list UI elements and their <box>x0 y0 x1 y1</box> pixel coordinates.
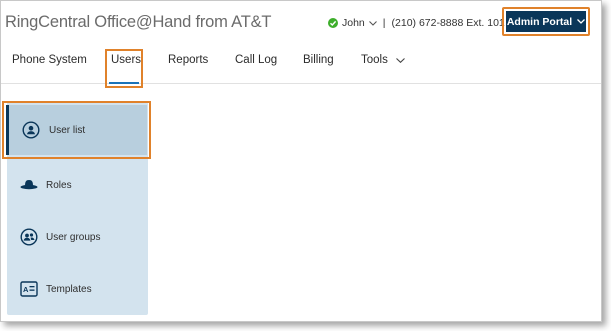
hat-icon <box>19 175 39 195</box>
online-status-icon <box>328 18 338 28</box>
tab-phone-system[interactable]: Phone System <box>12 54 87 66</box>
top-nav: Phone System Users Reports Call Log Bill… <box>1 41 601 88</box>
sidebar-item-user-groups[interactable]: User groups <box>7 211 148 263</box>
header-separator: | <box>382 17 386 29</box>
sidebar-item-label: Templates <box>46 283 92 295</box>
svg-text:A: A <box>23 285 29 294</box>
user-circle-icon <box>21 120 41 140</box>
tab-tools[interactable]: Tools <box>361 54 409 66</box>
active-tab-indicator <box>109 82 139 84</box>
sidebar-item-roles[interactable]: Roles <box>7 159 148 211</box>
user-group-icon <box>19 227 39 247</box>
user-list-highlight: User list <box>2 101 151 159</box>
template-icon: A <box>19 279 39 299</box>
sidebar-item-user-list[interactable]: User list <box>6 105 147 155</box>
sidebar-item-label: User groups <box>46 231 101 243</box>
sidebar-item-label: User list <box>49 124 86 136</box>
tab-reports[interactable]: Reports <box>168 54 208 66</box>
app-window: RingCentral Office@Hand from AT&T John |… <box>0 0 602 322</box>
chevron-down-icon[interactable] <box>368 20 377 26</box>
tab-tools-label: Tools <box>361 54 388 66</box>
tab-billing[interactable]: Billing <box>303 54 334 66</box>
user-area: John | (210) 672-8888 Ext. 101 <box>328 17 505 29</box>
chevron-down-icon <box>395 57 405 63</box>
user-name-menu[interactable]: John <box>342 17 365 29</box>
tab-users[interactable]: Users <box>111 54 141 66</box>
admin-portal-highlight: Admin Portal <box>502 7 590 36</box>
chevron-down-icon <box>577 19 586 24</box>
sidebar-item-templates[interactable]: A Templates <box>7 263 148 315</box>
sidebar-item-label: Roles <box>46 179 72 191</box>
admin-portal-button[interactable]: Admin Portal <box>506 11 586 32</box>
phone-extension: (210) 672-8888 Ext. 101 <box>391 17 505 29</box>
admin-portal-label: Admin Portal <box>506 15 573 28</box>
brand-logo-text: RingCentral Office@Hand from AT&T <box>5 13 272 31</box>
tab-call-log[interactable]: Call Log <box>235 54 277 66</box>
